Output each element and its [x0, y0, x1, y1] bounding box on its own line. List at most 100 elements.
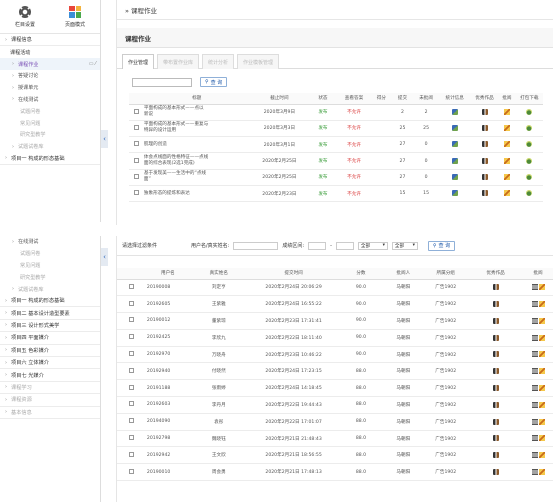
sidebar-section-11[interactable]: › 项目七 光媒介	[0, 369, 100, 382]
document-icon[interactable]	[531, 284, 538, 291]
tab-1[interactable]: 带布置作业库	[157, 54, 200, 69]
excellent-works-icon[interactable]	[481, 157, 488, 164]
sidebar-collapse-button[interactable]: ‹	[101, 130, 108, 148]
edit-icon[interactable]	[538, 435, 545, 442]
grade-icon[interactable]	[503, 141, 510, 148]
title-cell[interactable]: 平面构成的基本形式——重复与 特异的设计运用	[143, 120, 250, 138]
document-icon[interactable]	[531, 368, 538, 375]
statistics-icon[interactable]	[451, 108, 458, 115]
document-icon[interactable]	[531, 468, 538, 475]
edit-icon[interactable]	[538, 317, 545, 324]
edit-icon[interactable]	[538, 300, 545, 307]
sidebar-item-8[interactable]: 研究型教学	[0, 129, 100, 141]
row-checkbox[interactable]	[129, 384, 135, 390]
title-cell[interactable]: 肌理的创造	[143, 136, 250, 154]
document-icon[interactable]	[531, 401, 538, 408]
score-max-input[interactable]	[335, 241, 354, 250]
row-checkbox[interactable]	[129, 317, 135, 323]
grade-icon[interactable]	[503, 125, 510, 132]
edit-icon[interactable]	[538, 468, 545, 475]
row-checkbox[interactable]	[129, 351, 135, 357]
sidebar-section-8[interactable]: › 项目四 平面媒介	[0, 332, 100, 345]
excellent-works-icon[interactable]	[492, 452, 499, 459]
sidebar-section-0[interactable]: › 课程信息	[0, 34, 100, 47]
sidebar-item-2[interactable]: 常见问题	[0, 260, 100, 272]
excellent-works-icon[interactable]	[481, 141, 488, 148]
filter-select-2[interactable]: 全部 ▾	[391, 241, 418, 250]
download-package-icon[interactable]	[526, 141, 533, 148]
document-icon[interactable]	[531, 435, 538, 442]
edit-icon[interactable]	[538, 368, 545, 375]
column-settings-tile[interactable]: 栏目设置	[0, 0, 50, 33]
excellent-works-icon[interactable]	[492, 384, 499, 391]
sidebar-collapse-button-2[interactable]: ‹	[101, 248, 108, 266]
sidebar-item-3[interactable]: 研究型教学	[0, 271, 100, 283]
row-checkbox[interactable]	[129, 468, 135, 474]
excellent-works-icon[interactable]	[492, 418, 499, 425]
document-icon[interactable]	[531, 300, 538, 307]
excellent-works-icon[interactable]	[481, 125, 488, 132]
excellent-works-icon[interactable]	[492, 368, 499, 375]
download-package-icon[interactable]	[526, 190, 533, 197]
sidebar-item-7[interactable]: 常见问题	[0, 117, 100, 129]
query-button[interactable]: ⚲ 查 询	[200, 77, 228, 87]
excellent-works-icon[interactable]	[492, 468, 499, 475]
download-package-icon[interactable]	[526, 125, 533, 132]
excellent-works-icon[interactable]	[481, 108, 488, 115]
row-checkbox[interactable]	[133, 141, 139, 147]
title-cell[interactable]: 平面构成的基本形式——点以 新说	[143, 104, 250, 121]
statistics-icon[interactable]	[451, 157, 458, 164]
row-checkbox[interactable]	[129, 367, 135, 373]
sidebar-item-5[interactable]: › 在线测试	[0, 94, 100, 106]
grade-icon[interactable]	[503, 190, 510, 197]
row-checkbox[interactable]	[129, 283, 135, 289]
excellent-works-icon[interactable]	[492, 435, 499, 442]
sidebar-item-9[interactable]: › 试题试卷库	[0, 141, 100, 153]
edit-icon[interactable]	[538, 351, 545, 358]
search-input[interactable]	[132, 77, 192, 87]
filter-query-button[interactable]: ⚲ 查 询	[427, 240, 456, 251]
grade-icon[interactable]	[503, 174, 510, 181]
row-checkbox[interactable]	[129, 300, 135, 306]
excellent-works-icon[interactable]	[492, 401, 499, 408]
tab-2[interactable]: 统计分析	[202, 54, 235, 69]
username-input[interactable]	[233, 241, 279, 250]
sidebar-item-3[interactable]: › 答疑讨论	[0, 70, 100, 82]
excellent-works-icon[interactable]	[492, 317, 499, 324]
document-icon[interactable]	[531, 334, 538, 341]
document-icon[interactable]	[531, 384, 538, 391]
sidebar-section-10[interactable]: › 项目六 立体媒介	[0, 357, 100, 370]
sidebar-section-13[interactable]: › 课程资源	[0, 394, 100, 407]
title-cell[interactable]: 独象形态的提炼和表达	[143, 185, 250, 203]
edit-icon[interactable]	[538, 418, 545, 425]
excellent-works-icon[interactable]	[481, 174, 488, 181]
row-checkbox[interactable]	[133, 108, 139, 114]
excellent-works-icon[interactable]	[481, 190, 488, 197]
row-checkbox[interactable]	[129, 401, 135, 407]
sidebar-item-6[interactable]: 试题问卷	[0, 105, 100, 117]
statistics-icon[interactable]	[451, 190, 458, 197]
row-checkbox[interactable]	[133, 190, 139, 196]
statistics-icon[interactable]	[451, 141, 458, 148]
sidebar-section-9[interactable]: › 项目五 色彩媒介	[0, 345, 100, 357]
grade-icon[interactable]	[503, 157, 510, 164]
edit-icon[interactable]	[538, 284, 545, 291]
row-checkbox[interactable]	[133, 124, 139, 130]
title-cell[interactable]: 基于发现美——生活中的“点线 面”	[143, 169, 250, 186]
statistics-icon[interactable]	[451, 125, 458, 132]
download-package-icon[interactable]	[526, 108, 533, 115]
sidebar-section-10[interactable]: › 项目一 构成的形态基础	[0, 153, 100, 165]
excellent-works-icon[interactable]	[492, 300, 499, 307]
sidebar-section-12[interactable]: › 课程学习	[0, 382, 100, 395]
sidebar-section-6[interactable]: › 项目二 基本设计造型要素	[0, 307, 100, 320]
grade-icon[interactable]	[503, 108, 510, 115]
row-checkbox[interactable]	[133, 173, 139, 179]
sidebar-item-1[interactable]: 试题问卷	[0, 248, 100, 260]
edit-icon[interactable]	[538, 384, 545, 391]
tab-0[interactable]: 作业管理	[122, 54, 155, 69]
filter-select-1[interactable]: 全部 ▾	[357, 241, 388, 250]
edit-icon[interactable]	[538, 334, 545, 341]
sidebar-section-7[interactable]: › 项目三 设计形式美学	[0, 320, 100, 333]
sidebar-section-14[interactable]: › 基本信息	[0, 407, 100, 419]
document-icon[interactable]	[531, 418, 538, 425]
